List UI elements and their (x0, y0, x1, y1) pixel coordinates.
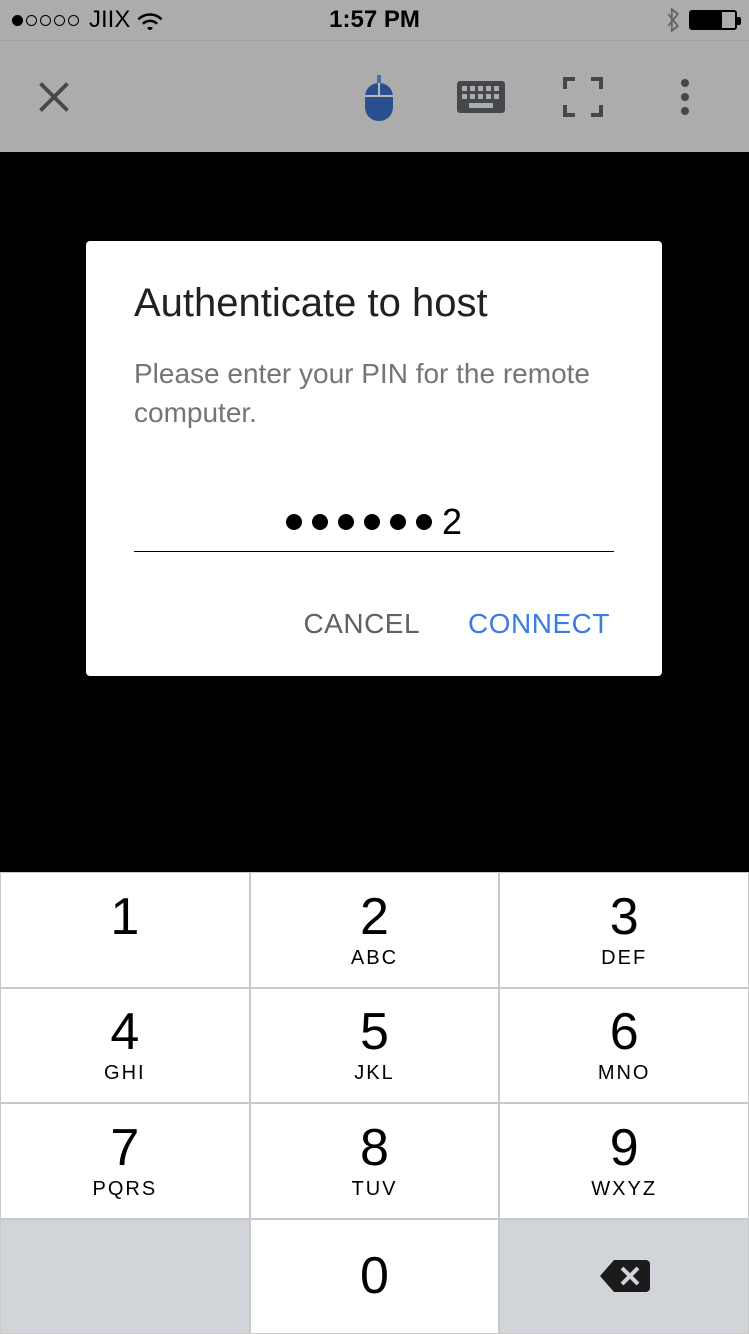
key-1[interactable]: 1 (0, 872, 250, 988)
key-6[interactable]: 6MNO (499, 988, 749, 1104)
key-7[interactable]: 7PQRS (0, 1103, 250, 1219)
key-2[interactable]: 2ABC (250, 872, 500, 988)
close-button[interactable] (36, 79, 72, 115)
numeric-keypad: 1 2ABC 3DEF 4GHI 5JKL 6MNO 7PQRS 8TUV 9W… (0, 872, 749, 1334)
connect-button[interactable]: CONNECT (464, 600, 614, 648)
signal-strength (12, 15, 79, 26)
backspace-icon (596, 1256, 652, 1296)
key-backspace[interactable] (499, 1219, 749, 1334)
carrier-name: JIIX (89, 6, 130, 34)
pin-input[interactable]: 2 (134, 492, 614, 552)
keyboard-button[interactable] (445, 79, 517, 115)
status-bar: JIIX 1:57 PM (0, 0, 749, 40)
dialog-message: Please enter your PIN for the remote com… (134, 354, 614, 432)
key-4[interactable]: 4GHI (0, 988, 250, 1104)
mouse-mode-button[interactable] (343, 73, 415, 121)
toolbar (0, 40, 749, 152)
cancel-button[interactable]: CANCEL (299, 600, 424, 648)
key-8[interactable]: 8TUV (250, 1103, 500, 1219)
key-0[interactable]: 0 (250, 1219, 500, 1334)
auth-dialog: Authenticate to host Please enter your P… (86, 241, 662, 676)
key-5[interactable]: 5JKL (250, 988, 500, 1104)
key-3[interactable]: 3DEF (499, 872, 749, 988)
status-clock: 1:57 PM (329, 6, 420, 34)
bluetooth-icon (665, 8, 681, 32)
key-blank (0, 1219, 250, 1334)
key-9[interactable]: 9WXYZ (499, 1103, 749, 1219)
fullscreen-button[interactable] (547, 77, 619, 117)
battery-icon (689, 10, 737, 30)
remote-view-area: Authenticate to host Please enter your P… (0, 152, 749, 872)
dialog-title: Authenticate to host (134, 281, 614, 326)
more-menu-button[interactable] (649, 79, 721, 115)
wifi-icon (136, 10, 164, 30)
